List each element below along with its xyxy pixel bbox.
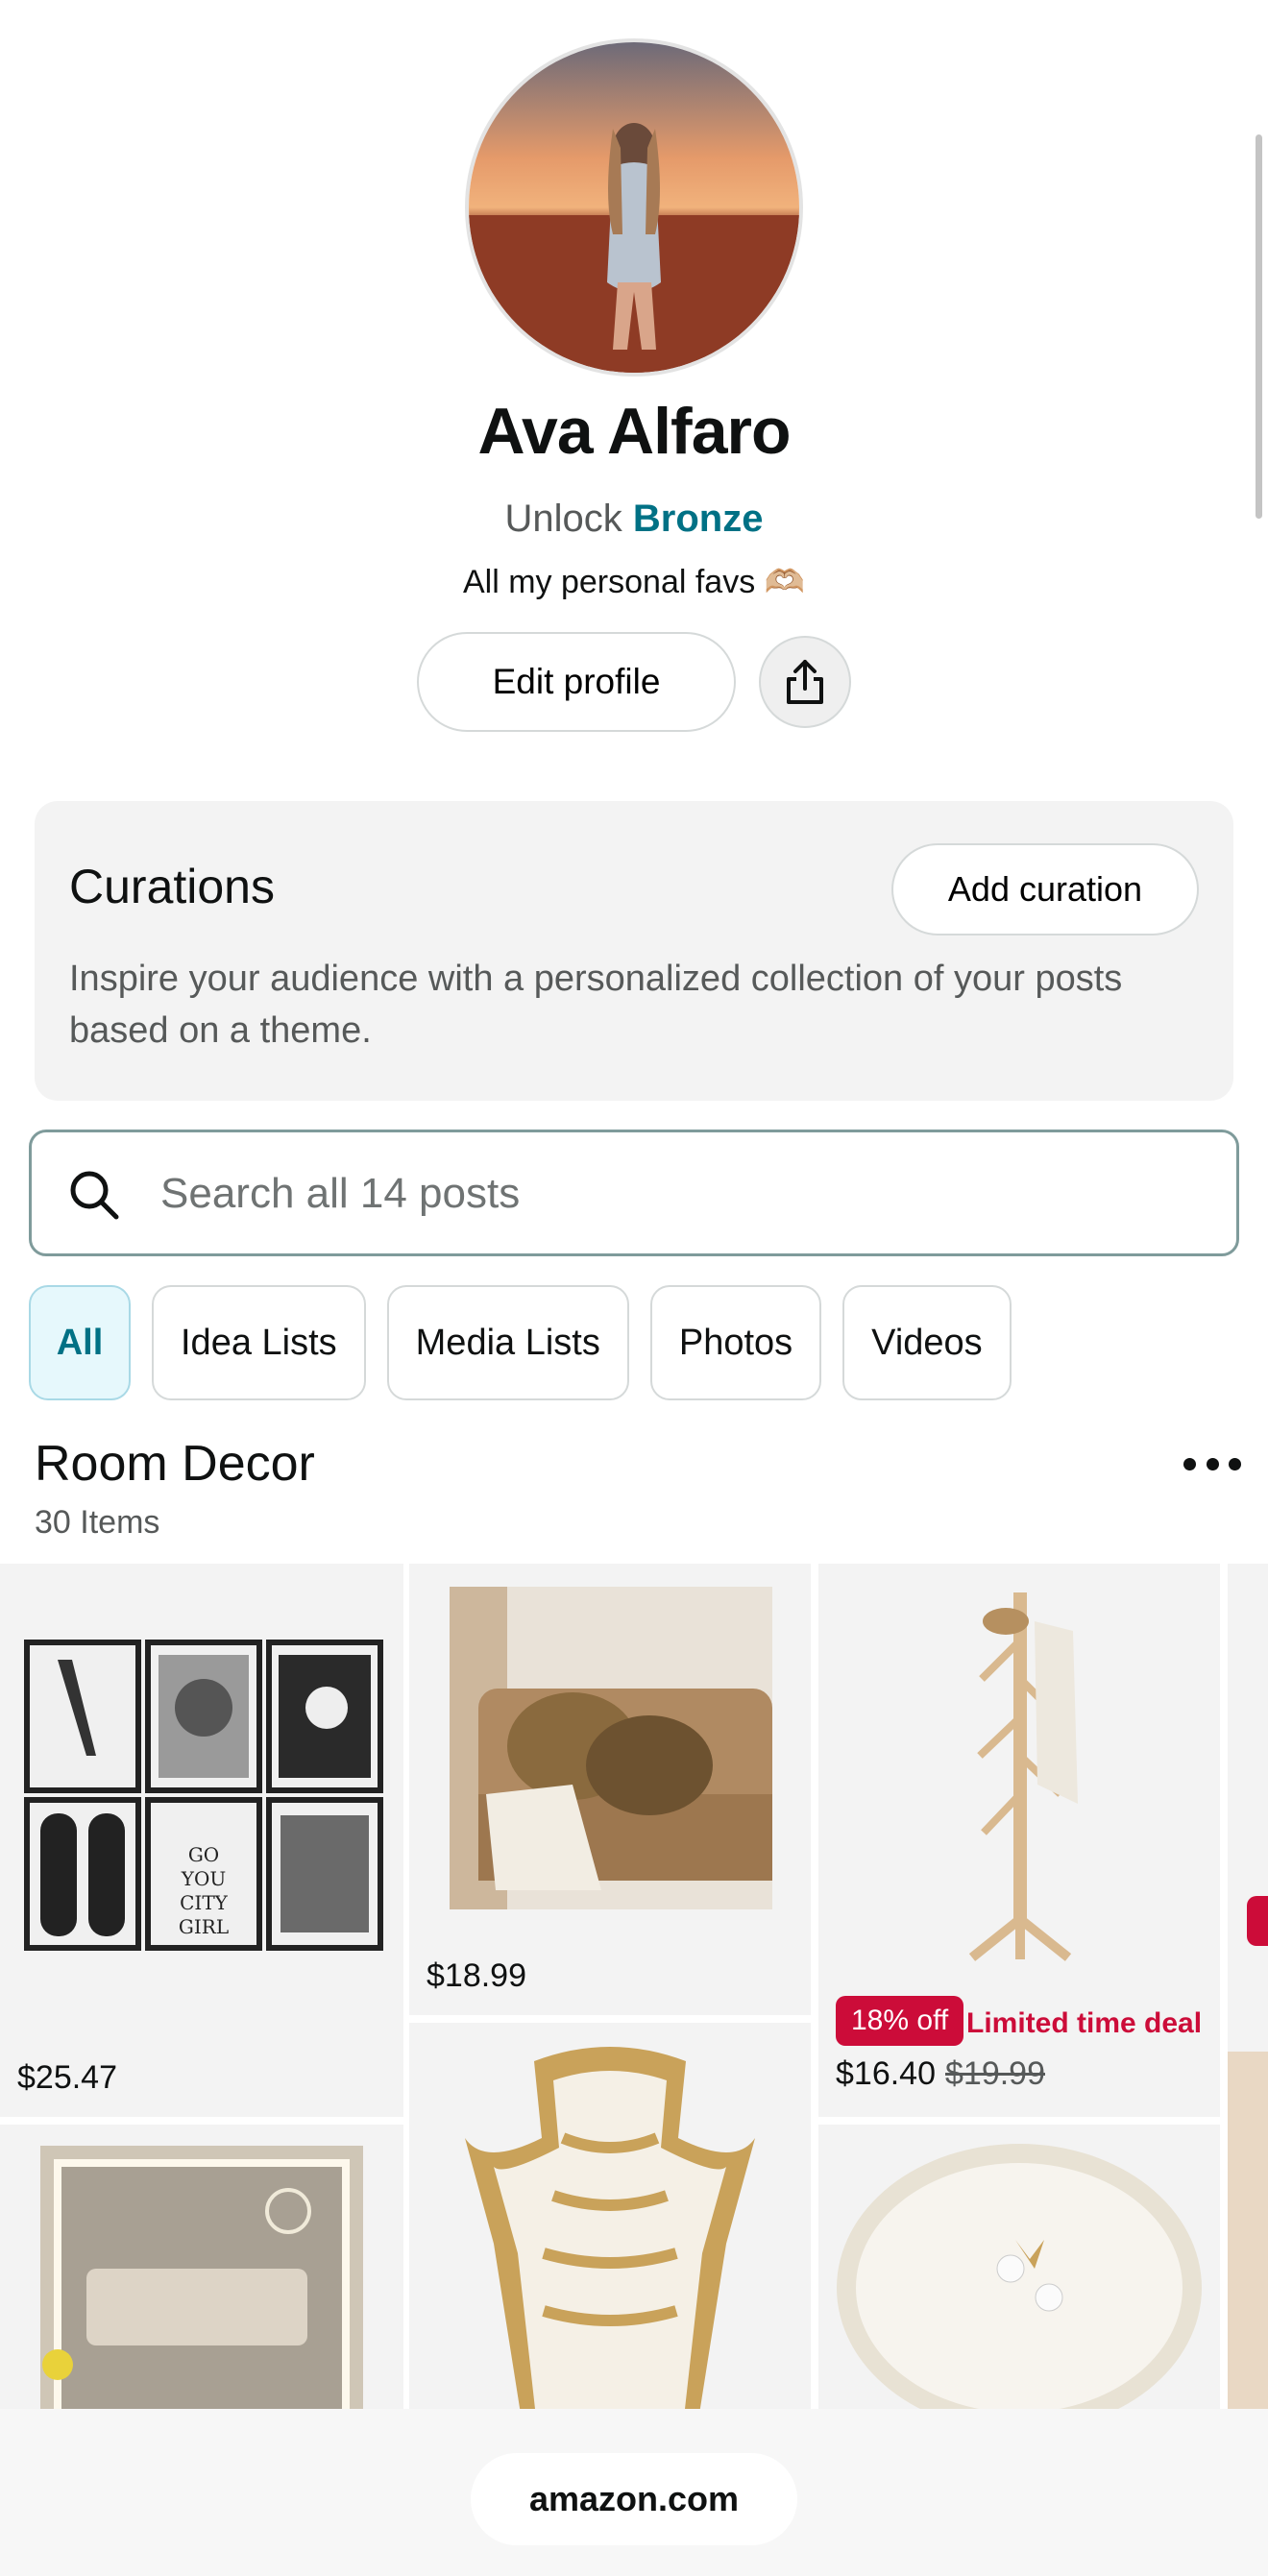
filter-chip-all[interactable]: All <box>29 1285 131 1400</box>
product-image-shell-dish <box>837 2144 1202 2409</box>
avatar-photo <box>469 42 799 373</box>
product-image-mirror <box>40 2146 363 2409</box>
share-button[interactable] <box>759 636 851 728</box>
svg-text:YOU: YOU <box>181 1867 226 1890</box>
product-price: $16.40 <box>836 2055 936 2092</box>
product-image-pillows <box>450 1587 772 1909</box>
svg-text:GIRL: GIRL <box>179 1915 229 1938</box>
product-card-wall-art[interactable]: GO YOU CITY GIRL $25.47 <box>0 1564 403 2117</box>
curations-title: Curations <box>69 860 275 913</box>
list-price: $19.99 <box>945 2055 1045 2092</box>
address-bar[interactable]: amazon.com <box>471 2453 797 2545</box>
search-bar[interactable] <box>29 1130 1239 1256</box>
section-title[interactable]: Room Decor <box>35 1435 315 1493</box>
avatar[interactable] <box>465 38 803 377</box>
profile-name: Ava Alfaro <box>477 395 791 468</box>
share-icon <box>787 660 823 704</box>
browser-bottom-bar: amazon.com <box>0 2409 1268 2576</box>
tier-link[interactable]: Bronze <box>633 498 764 540</box>
product-image-coat-rack <box>968 1592 1078 1961</box>
item-count: 30 Items <box>35 1504 160 1541</box>
product-card-peek[interactable] <box>1228 1564 1268 2117</box>
product-card-coat-rack[interactable]: 18% off Limited time deal $16.40 $19.99 <box>818 1564 1220 2117</box>
add-curation-button[interactable]: Add curation <box>891 843 1199 936</box>
product-card-peek-2[interactable] <box>1228 2052 1268 2409</box>
product-card-vanity-mirror[interactable] <box>0 2125 403 2409</box>
product-card-leopard-pillows[interactable]: $18.99 <box>409 1564 811 2015</box>
unlock-tier[interactable]: Unlock Bronze <box>0 498 1268 541</box>
product-price: $25.47 <box>17 2059 117 2096</box>
product-price: $18.99 <box>427 1957 526 1994</box>
filter-chip-photos[interactable]: Photos <box>649 1285 822 1400</box>
limited-deal-label: Limited time deal <box>966 2007 1203 2039</box>
filter-chip-videos[interactable]: Videos <box>842 1285 1012 1400</box>
filter-chip-idea-lists[interactable]: Idea Lists <box>152 1285 366 1400</box>
unlock-prefix: Unlock <box>504 498 622 540</box>
filter-chip-media-lists[interactable]: Media Lists <box>386 1285 629 1400</box>
svg-text:CITY: CITY <box>180 1891 229 1914</box>
product-card-zebra-tray[interactable] <box>409 2023 811 2409</box>
search-input[interactable] <box>160 1165 1198 1223</box>
profile-bio: All my personal favs 🫶🏼 <box>462 564 805 600</box>
svg-text:GO: GO <box>188 1843 219 1866</box>
product-grid: GO YOU CITY GIRL $25.47 $18.99 18% off L… <box>0 1564 1268 2409</box>
product-image-wall-art: GO YOU CITY GIRL <box>24 1640 383 1951</box>
edit-profile-button[interactable]: Edit profile <box>417 632 736 732</box>
product-card-shell-dish[interactable] <box>818 2125 1220 2409</box>
product-image-zebra-tray <box>465 2047 755 2409</box>
curations-panel: Curations Add curation Inspire your audi… <box>35 801 1233 1101</box>
filter-chips: All Idea Lists Media Lists Photos Videos <box>29 1285 1012 1400</box>
curations-description: Inspire your audience with a personalize… <box>69 959 1123 1051</box>
discount-badge: 18% off <box>836 1996 964 2046</box>
more-dots-icon[interactable] <box>1183 1445 1241 1483</box>
search-icon <box>70 1171 119 1220</box>
